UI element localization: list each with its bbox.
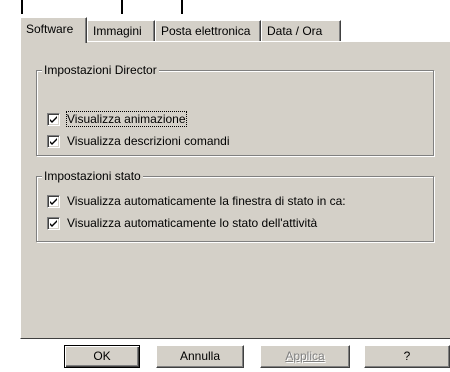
properties-dialog: Software Immagini Posta elettronica Data… [0, 0, 450, 372]
checkmark-icon [50, 219, 57, 227]
tab-software-label: Software [26, 22, 74, 36]
cancel-button[interactable]: Annulla [156, 345, 244, 368]
tab-data-ora-label: Data / Ora [267, 24, 323, 38]
tab-posta-elettronica-label: Posta elettronica [161, 24, 251, 38]
help-button[interactable]: ? [364, 345, 450, 368]
checkbox-box[interactable] [47, 194, 60, 208]
checkbox-label: Visualizza automaticamente lo stato dell… [67, 216, 318, 230]
checkbox-box[interactable] [47, 112, 60, 126]
checkbox-finestra-stato[interactable]: Visualizza automaticamente la finestra d… [47, 193, 346, 209]
checkmark-icon [50, 115, 57, 123]
checkmark-icon [50, 137, 57, 145]
ok-button[interactable]: OK [64, 345, 140, 368]
checkbox-label: Visualizza animazione [66, 111, 187, 127]
group-impostazioni-director: Impostazioni Director Visualizza animazi… [36, 63, 434, 156]
tab-software[interactable]: Software [20, 17, 87, 43]
apply-button[interactable]: Applica [260, 345, 350, 368]
checkbox-label: Visualizza descrizioni comandi [67, 134, 230, 148]
checkbox-label: Visualizza automaticamente la finestra d… [67, 194, 346, 208]
group-impostazioni-director-title: Impostazioni Director [42, 63, 159, 77]
checkbox-box[interactable] [47, 134, 60, 148]
checkmark-icon [50, 197, 57, 205]
group-impostazioni-stato-title: Impostazioni stato [42, 169, 143, 183]
checkbox-stato-attivita[interactable]: Visualizza automaticamente lo stato dell… [47, 215, 317, 231]
group-impostazioni-stato: Impostazioni stato Visualizza automatica… [36, 169, 434, 242]
checkbox-box[interactable] [47, 216, 60, 230]
checkbox-visualizza-descrizioni-comandi[interactable]: Visualizza descrizioni comandi [47, 133, 230, 149]
tab-immagini-label: Immagini [93, 24, 142, 38]
checkbox-visualizza-animazione[interactable]: Visualizza animazione [47, 111, 187, 127]
tab-immagini[interactable]: Immagini [87, 20, 155, 41]
callout-line-immagini [121, 0, 123, 14]
callout-line-software [21, 0, 23, 14]
tab-data-ora[interactable]: Data / Ora [261, 20, 341, 41]
callout-line-posta [181, 0, 183, 14]
tab-posta-elettronica[interactable]: Posta elettronica [155, 20, 261, 41]
tab-panel-software: Impostazioni Director Visualizza animazi… [20, 41, 450, 339]
